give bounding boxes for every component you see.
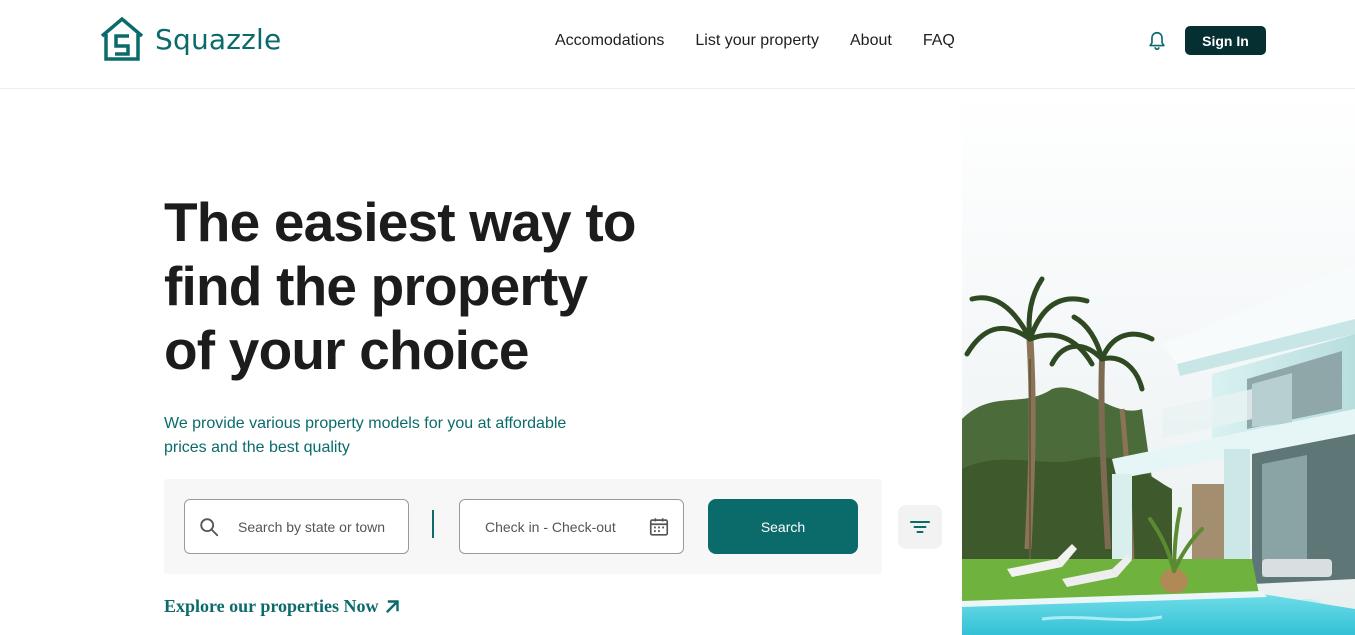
hero-title-line: The easiest way to	[164, 191, 636, 253]
brand-logo[interactable]: Squazzle	[99, 16, 281, 62]
nav-about[interactable]: About	[850, 30, 892, 52]
location-field[interactable]	[184, 499, 409, 554]
hero-title-line: find the property	[164, 255, 588, 317]
nav-list-property[interactable]: List your property	[695, 30, 819, 52]
calendar-icon[interactable]	[648, 516, 670, 538]
villa-hero-image	[962, 89, 1355, 635]
site-header: Squazzle Accomodations List your propert…	[0, 0, 1355, 89]
explore-properties-link[interactable]: Explore our properties Now	[164, 596, 400, 617]
search-button[interactable]: Search	[708, 499, 858, 554]
sign-in-button[interactable]: Sign In	[1185, 26, 1266, 55]
main-nav: Accomodations List your property About F…	[555, 30, 986, 52]
hero-title-line: of your choice	[164, 319, 530, 381]
explore-label: Explore our properties Now	[164, 596, 379, 616]
brand-name: Squazzle	[155, 22, 282, 56]
search-icon	[200, 518, 219, 537]
search-panel: Search	[164, 479, 882, 574]
arrow-up-right-icon	[385, 600, 399, 613]
bell-icon[interactable]	[1146, 30, 1168, 52]
filter-icon	[910, 521, 930, 533]
field-divider	[432, 510, 434, 538]
nav-faq[interactable]: FAQ	[923, 30, 955, 52]
nav-accomodations[interactable]: Accomodations	[555, 30, 664, 52]
house-logo-icon	[100, 16, 144, 61]
hero-subtitle: We provide various property models for y…	[164, 415, 567, 456]
hero-title: The easiest way to find the property of …	[164, 190, 724, 382]
dates-input[interactable]	[485, 500, 635, 553]
filter-button[interactable]	[898, 505, 942, 549]
dates-field[interactable]	[459, 499, 684, 554]
location-input[interactable]	[238, 500, 398, 553]
